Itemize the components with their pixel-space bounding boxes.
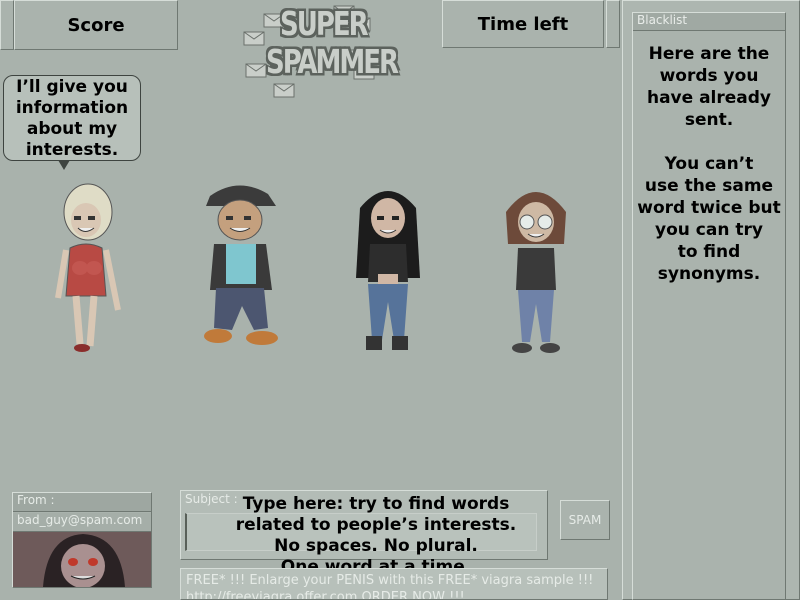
logo-word-spammer: SPAMMER — [266, 44, 399, 82]
speech-bubble-tail — [58, 160, 70, 170]
character-goth-girl[interactable] — [350, 178, 430, 358]
email-body-text: FREE* !!! Enlarge your PENIS with this F… — [186, 573, 594, 600]
speech-bubble: I’ll give you information about my inter… — [3, 75, 141, 161]
score-box: Score — [14, 0, 178, 50]
character-cap-guy[interactable] — [192, 178, 288, 358]
email-body: FREE* !!! Enlarge your PENIS with this F… — [180, 568, 608, 600]
time-left-box: Time left — [442, 0, 604, 48]
sender-avatar — [13, 532, 151, 587]
from-label: From : — [13, 493, 151, 512]
time-left-label: Time left — [477, 13, 569, 35]
top-strip — [0, 0, 14, 50]
character-blonde-woman[interactable] — [50, 178, 130, 358]
sender-box: From : bad_guy@spam.com — [12, 492, 152, 588]
blacklist-panel: Blacklist Here are the words you have al… — [632, 12, 786, 600]
spam-button-label: SPAM — [568, 513, 602, 527]
spam-button[interactable]: SPAM — [560, 500, 610, 540]
subject-hint: Type here: try to find words related to … — [235, 494, 517, 577]
blacklist-instructions: Here are the words you have already sent… — [637, 44, 781, 284]
score-label: Score — [67, 14, 125, 36]
blacklist-title: Blacklist — [633, 13, 785, 31]
top-divider — [606, 0, 620, 48]
super-spammer-logo: SUPER SPAMMER — [242, 4, 399, 100]
character-glasses-guy[interactable] — [496, 178, 576, 358]
logo-word-super: SUPER — [280, 6, 369, 44]
from-email: bad_guy@spam.com — [13, 513, 151, 532]
